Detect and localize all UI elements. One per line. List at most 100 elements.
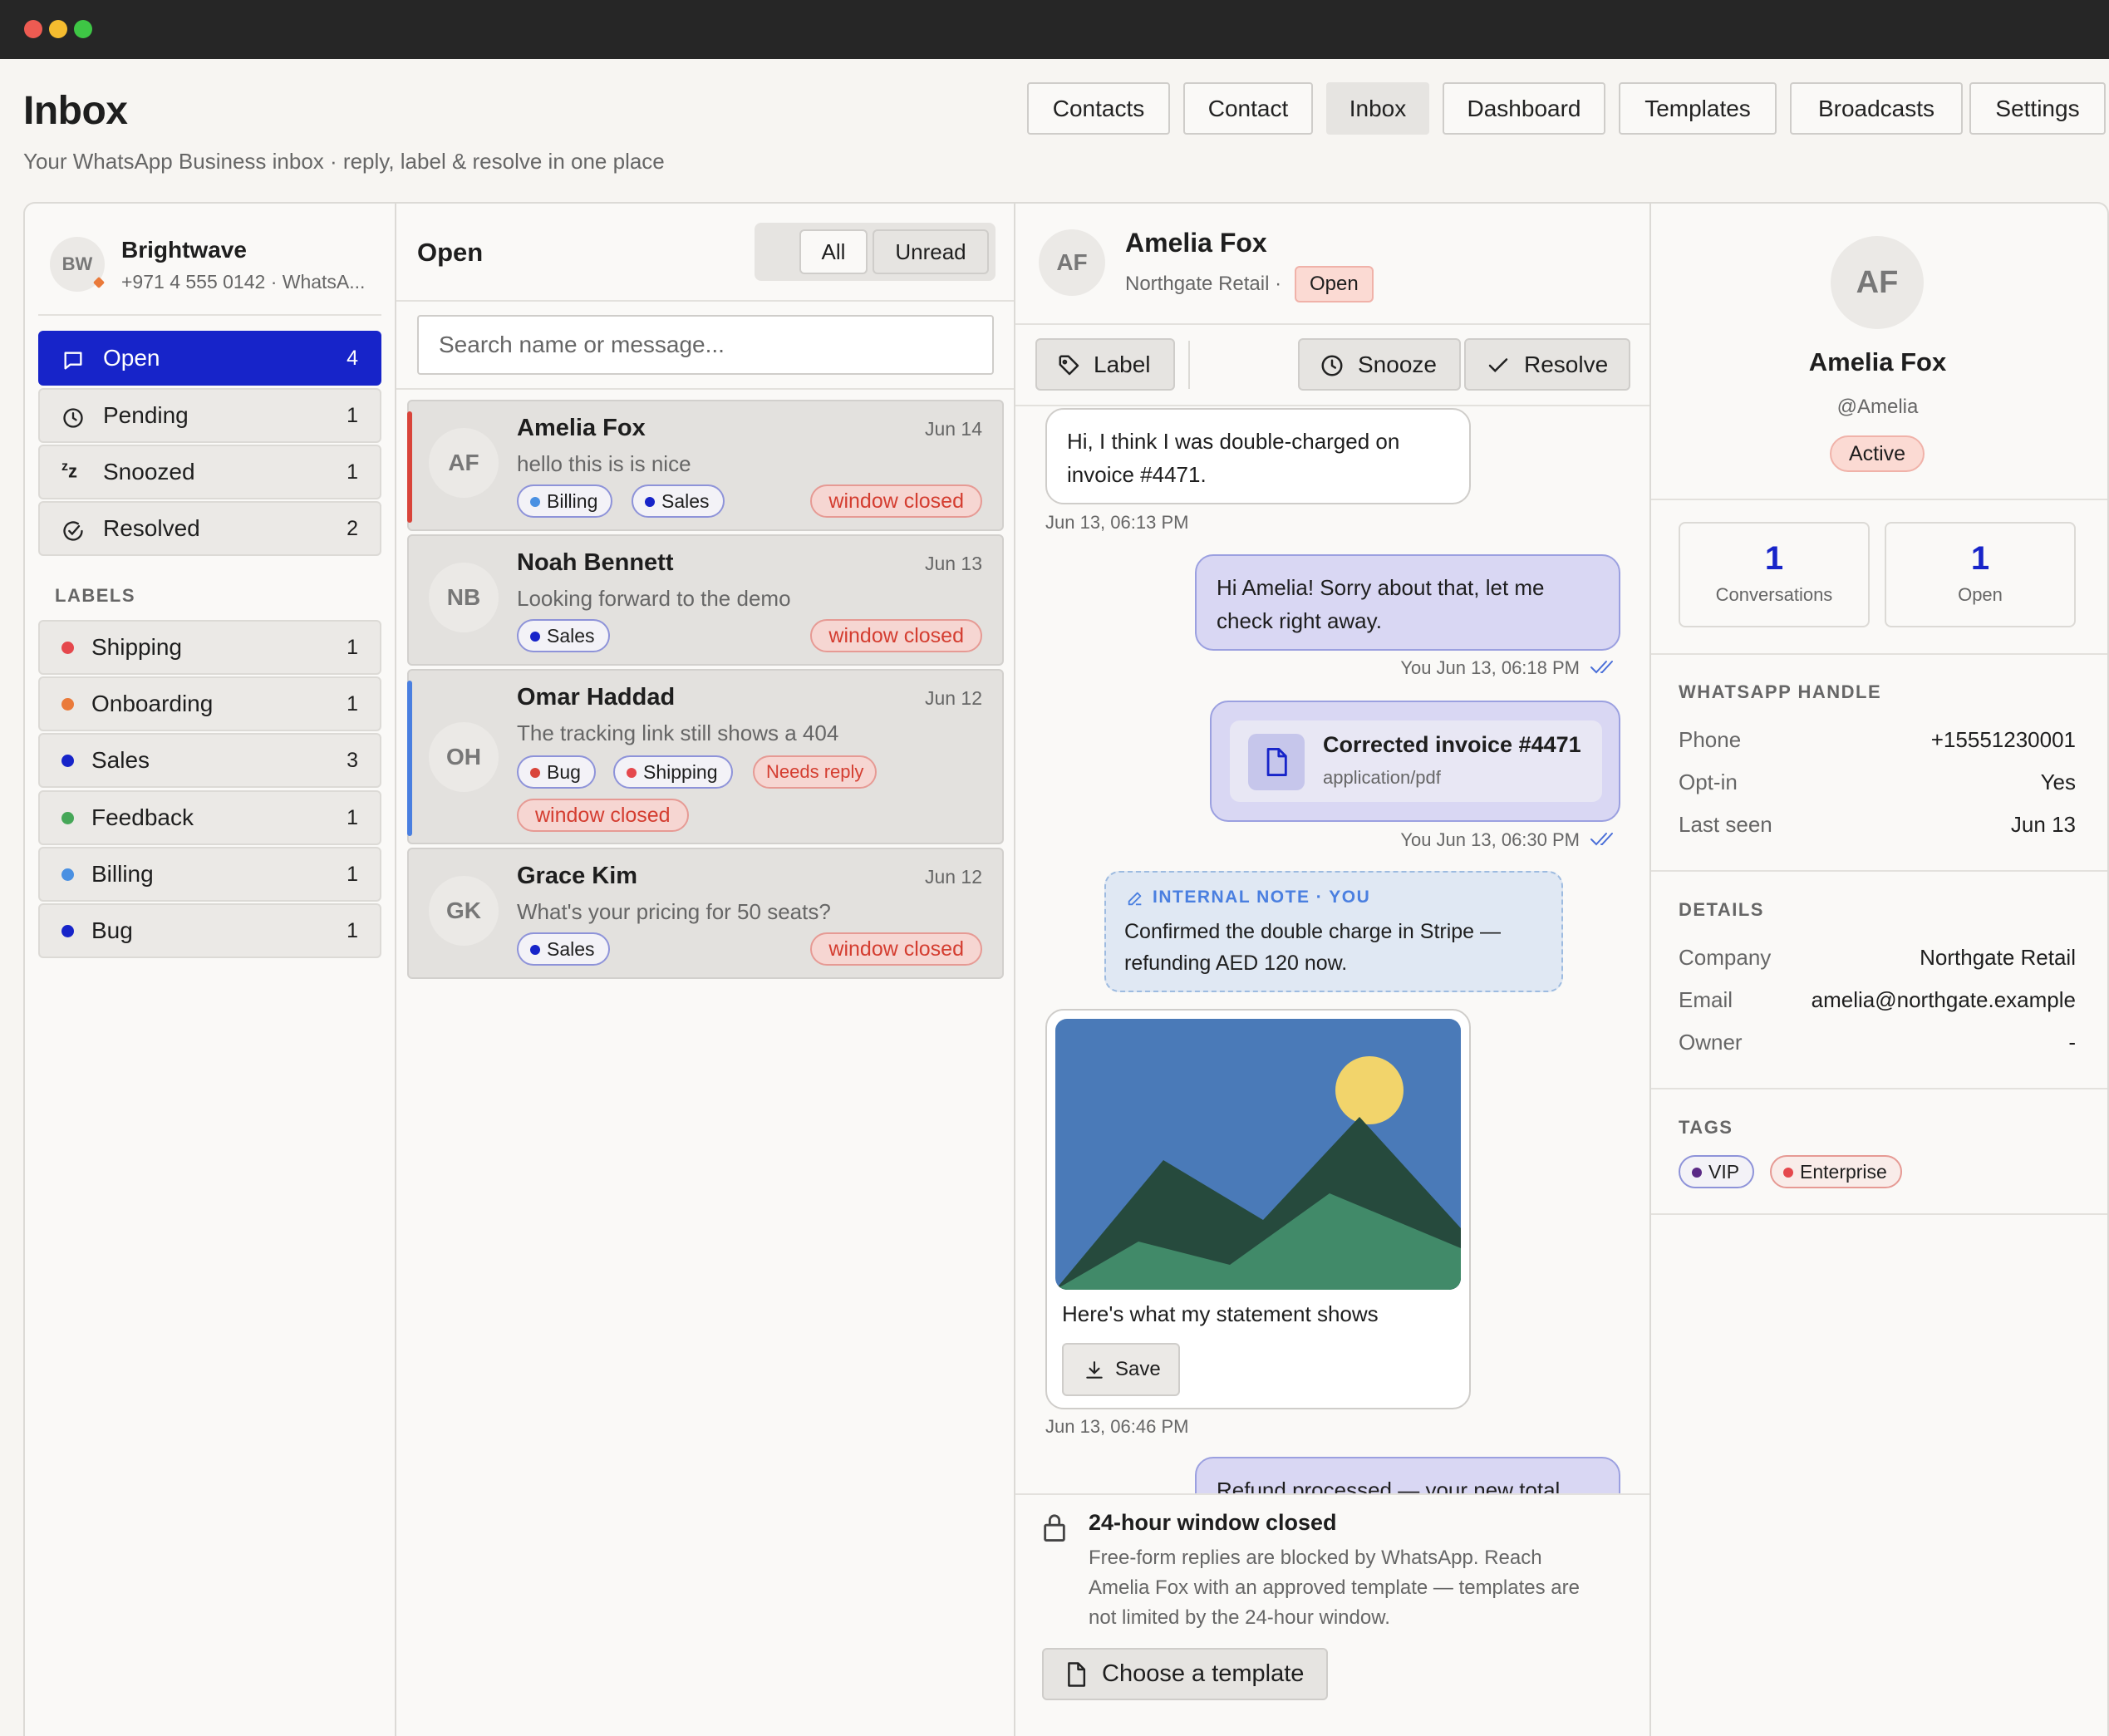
save-image-button[interactable]: Save — [1062, 1343, 1180, 1396]
sidebar-item-count: 1 — [347, 805, 358, 829]
needs-reply-badge: Needs reply — [753, 755, 878, 789]
sidebar-label-bug[interactable]: Bug 1 — [38, 903, 381, 958]
sidebar-label-feedback[interactable]: Feedback 1 — [38, 790, 381, 845]
label-button[interactable]: Label — [1035, 338, 1175, 391]
sidebar-item-resolved[interactable]: Resolved 2 — [38, 501, 381, 556]
nav-inbox[interactable]: Inbox — [1326, 82, 1429, 135]
sidebar-item-pending[interactable]: Pending 1 — [38, 388, 381, 443]
divider — [1188, 341, 1190, 389]
divider — [1651, 870, 2107, 872]
sidebar-item-label: Shipping — [91, 634, 182, 660]
sidebar-label-shipping[interactable]: Shipping 1 — [38, 620, 381, 675]
snooze-button-text: Snooze — [1358, 351, 1437, 377]
contact-profile-avatar: AF — [1831, 236, 1924, 329]
chat-contact-avatar: AF — [1039, 229, 1105, 296]
search-input[interactable]: Search name or message... — [417, 315, 994, 375]
sidebar-item-open[interactable]: Open 4 — [38, 331, 381, 386]
sidebar-item-count: 4 — [347, 346, 358, 370]
unread-accent-bar — [407, 411, 412, 523]
outgoing-file-message[interactable]: Corrected invoice #4471 application/pdf — [1210, 701, 1620, 822]
field-label: Email — [1679, 987, 1733, 1012]
sidebar-item-count: 1 — [347, 918, 358, 942]
contact-name: Omar Haddad — [517, 684, 676, 711]
contact-avatar: OH — [429, 722, 499, 792]
nav-templates[interactable]: Templates — [1619, 82, 1777, 135]
email-value: amelia@northgate.example — [1811, 987, 2076, 1012]
sidebar-item-label: Snoozed — [103, 459, 195, 484]
conversation-item[interactable]: AF Amelia Fox Jun 14 hello this is is ni… — [407, 400, 1004, 531]
conversation-date: Jun 12 — [924, 687, 982, 709]
open-stat: 1 Open — [1885, 522, 2076, 627]
contact-avatar: AF — [429, 428, 499, 498]
conversation-item[interactable]: OH Omar Haddad Jun 12 The tracking link … — [407, 669, 1004, 844]
contact-tag-vip[interactable]: VIP — [1679, 1155, 1755, 1188]
sidebar-item-label: Resolved — [103, 515, 200, 541]
nav-contacts[interactable]: Contacts — [1027, 82, 1170, 135]
unread-accent-bar — [407, 681, 412, 836]
file-icon — [1248, 734, 1305, 790]
divider — [1651, 1213, 2107, 1215]
label-button-text: Label — [1094, 351, 1151, 377]
message-preview: Looking forward to the demo — [517, 586, 791, 611]
choose-template-button[interactable]: Choose a template — [1042, 1648, 1328, 1700]
contact-profile-name: Amelia Fox — [1808, 347, 1947, 376]
image-caption: Here's what my statement shows — [1062, 1301, 1379, 1326]
sidebar-label-billing[interactable]: Billing 1 — [38, 847, 381, 902]
messages-area[interactable]: Hi, I think I was double-charged on invo… — [1015, 406, 1649, 1493]
stat-value: 1 — [1970, 540, 1990, 577]
divider — [38, 314, 381, 316]
sidebar-label-onboarding[interactable]: Onboarding 1 — [38, 676, 381, 731]
divider — [395, 204, 396, 1736]
sidebar-item-label: Billing — [91, 861, 154, 887]
resolve-button[interactable]: Resolve — [1464, 338, 1630, 391]
check-circle-icon — [61, 519, 85, 543]
sidebar-item-label: Pending — [103, 402, 189, 428]
nav-contact[interactable]: Contact — [1183, 82, 1313, 135]
account-avatar: BW — [50, 237, 106, 292]
snooze-button[interactable]: Snooze — [1298, 338, 1461, 391]
close-window-button[interactable] — [24, 20, 42, 38]
contact-avatar: GK — [429, 876, 499, 946]
message-meta: You Jun 13, 06:30 PM — [1400, 829, 1580, 850]
filter-unread-tab[interactable]: Unread — [873, 229, 989, 274]
snooze-icon: zz — [61, 460, 77, 482]
message-preview: The tracking link still shows a 404 — [517, 720, 839, 745]
sidebar-label-sales[interactable]: Sales 3 — [38, 733, 381, 788]
nav-broadcasts[interactable]: Broadcasts — [1790, 82, 1963, 135]
owner-value: - — [2068, 1030, 2076, 1055]
sidebar-item-snoozed[interactable]: zz Snoozed 1 — [38, 445, 381, 499]
sidebar-item-count: 1 — [347, 635, 358, 659]
field-label: Company — [1679, 945, 1772, 970]
window-titlebar — [0, 0, 2109, 59]
sidebar-item-count: 1 — [347, 691, 358, 716]
zoom-window-button[interactable] — [74, 20, 92, 38]
file-name: Corrected invoice #4471 — [1323, 732, 1581, 757]
list-title: Open — [417, 238, 484, 267]
conversation-item[interactable]: GK Grace Kim Jun 12 What's your pricing … — [407, 848, 1004, 979]
filter-all-tab[interactable]: All — [799, 229, 868, 274]
divider — [396, 388, 1014, 390]
contact-handle: @Amelia — [1836, 396, 1919, 418]
stat-label: Conversations — [1715, 584, 1833, 605]
field-label: Opt-in — [1679, 770, 1738, 794]
chat-contact-company: Northgate Retail · — [1125, 273, 1282, 295]
tags-heading: TAGS — [1679, 1117, 1733, 1138]
nav-dashboard[interactable]: Dashboard — [1443, 82, 1605, 135]
conversation-date: Jun 14 — [924, 418, 982, 440]
divider — [1651, 499, 2107, 500]
conversation-date: Jun 13 — [924, 553, 982, 574]
conversation-item[interactable]: NB Noah Bennett Jun 13 Looking forward t… — [407, 534, 1004, 666]
sidebar-item-label: Onboarding — [91, 691, 214, 716]
contact-tag-enterprise[interactable]: Enterprise — [1770, 1155, 1902, 1188]
chat-bubble-icon — [61, 349, 85, 372]
label-chip: Sales — [517, 932, 610, 966]
divider — [396, 300, 1014, 302]
resolve-button-text: Resolve — [1524, 351, 1609, 377]
page-title: Inbox — [23, 89, 128, 133]
minimize-window-button[interactable] — [49, 20, 67, 38]
image-attachment[interactable] — [1055, 1019, 1461, 1290]
whatsapp-heading: WHATSAPP HANDLE — [1679, 681, 1882, 702]
sidebar-item-label: Open — [103, 345, 160, 371]
window-closed-badge: window closed — [810, 484, 982, 518]
nav-settings[interactable]: Settings — [1969, 82, 2106, 135]
